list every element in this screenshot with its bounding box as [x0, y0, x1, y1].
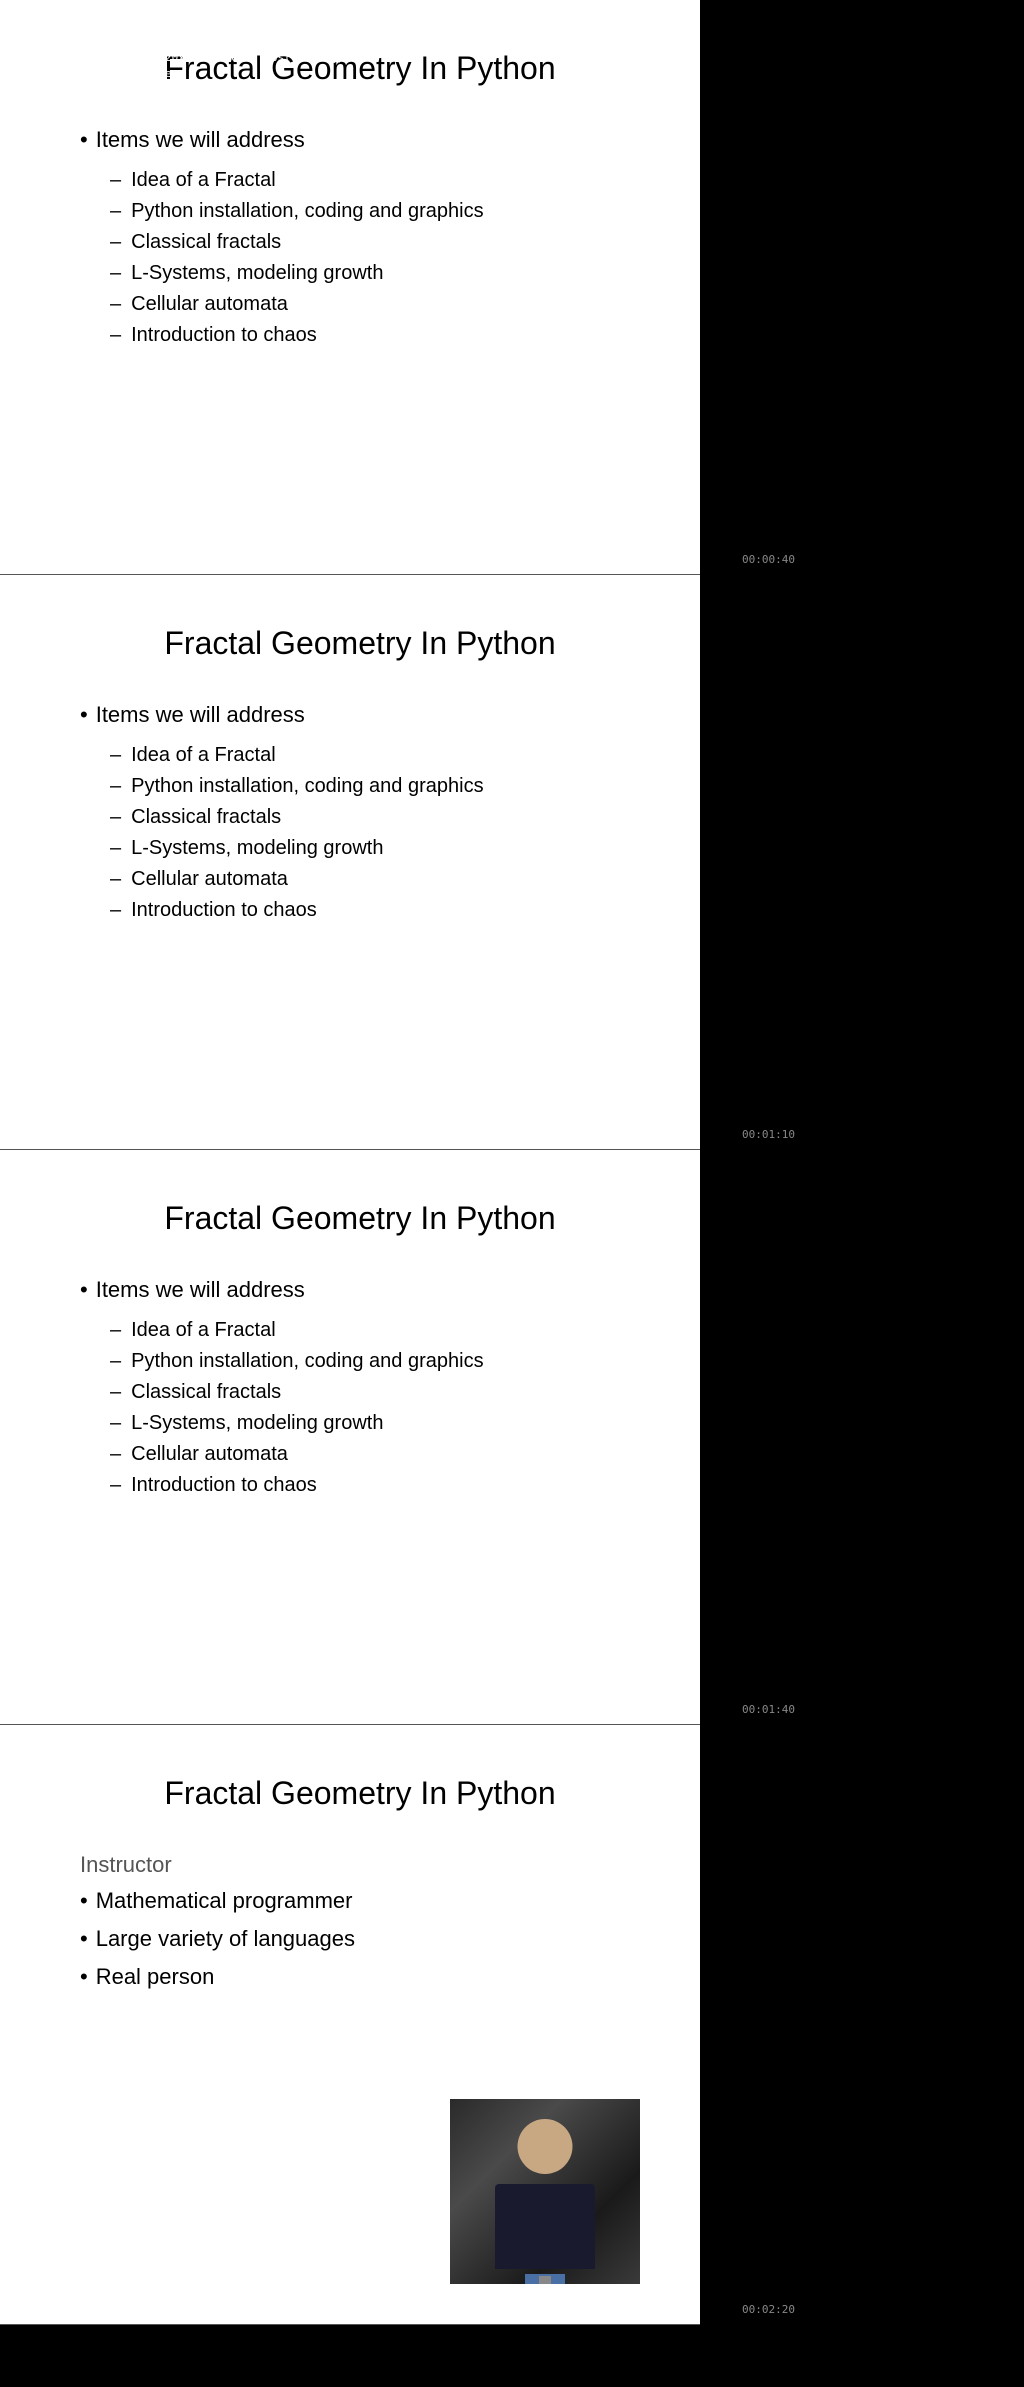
list-item: L-Systems, modeling growth: [110, 1408, 640, 1439]
list-item: Introduction to chaos: [110, 1470, 640, 1501]
list-item: Real person: [80, 1964, 640, 1990]
slide-2-title: Fractal Geometry In Python: [80, 625, 640, 662]
slide-4: Fractal Geometry In Python Instructor Ma…: [0, 1725, 700, 2325]
list-item: Python installation, coding and graphics: [110, 196, 640, 227]
file-info-line3: Audio: aac, 48000 Hz, stereo (und): [6, 35, 489, 50]
person-figure: [450, 2099, 640, 2284]
slide-1-timestamp: 00:00:40: [705, 553, 795, 566]
slide-4-timestamp: 00:02:20: [705, 2303, 795, 2316]
person-head: [518, 2119, 573, 2174]
slide-2-main-bullet: Items we will address: [80, 702, 640, 728]
file-info-line1: File: 001 Course Introduction.mp4: [6, 4, 489, 19]
list-item: Cellular automata: [110, 289, 640, 320]
list-item: Large variety of languages: [80, 1926, 640, 1952]
slide-1: Fractal Geometry In Python Items we will…: [0, 0, 700, 575]
file-info-line2: Size: 5805963 bytes (5.54 MiB), duration…: [6, 19, 489, 34]
list-item: Idea of a Fractal: [110, 1315, 640, 1346]
list-item: L-Systems, modeling growth: [110, 258, 640, 289]
person-tie: [539, 2276, 551, 2284]
list-item: Classical fractals: [110, 802, 640, 833]
list-item: L-Systems, modeling growth: [110, 833, 640, 864]
slide-2-sub-list: Idea of a Fractal Python installation, c…: [110, 740, 640, 926]
list-item: Idea of a Fractal: [110, 165, 640, 196]
file-info-line4: Video: h264, yuv420p, 1920x1080, 30.00 f…: [6, 50, 489, 65]
slide-3: Fractal Geometry In Python Items we will…: [0, 1150, 700, 1725]
slide-1-sub-list: Idea of a Fractal Python installation, c…: [110, 165, 640, 351]
instructor-photo: [450, 2099, 640, 2284]
list-item: Introduction to chaos: [110, 320, 640, 351]
slide-4-title: Fractal Geometry In Python: [80, 1775, 640, 1812]
slide-3-title: Fractal Geometry In Python: [80, 1200, 640, 1237]
slide-2: Fractal Geometry In Python Items we will…: [0, 575, 700, 1150]
slide-3-main-bullet: Items we will address: [80, 1277, 640, 1303]
file-info-line5: Generated by Thumbnail.me: [6, 66, 489, 81]
slide-3-timestamp: 00:01:40: [705, 1703, 795, 1716]
slides-container: Fractal Geometry In Python Items we will…: [0, 0, 700, 2325]
list-item: Python installation, coding and graphics: [110, 771, 640, 802]
list-item: Classical fractals: [110, 227, 640, 258]
list-item: Cellular automata: [110, 864, 640, 895]
list-item: Introduction to chaos: [110, 895, 640, 926]
list-item: Cellular automata: [110, 1439, 640, 1470]
slide-1-main-bullet: Items we will address: [80, 127, 640, 153]
slide-4-bullets: Mathematical programmer Large variety of…: [80, 1888, 640, 1990]
list-item: Idea of a Fractal: [110, 740, 640, 771]
list-item: Mathematical programmer: [80, 1888, 640, 1914]
slide-4-instructor-label: Instructor: [80, 1852, 640, 1878]
list-item: Classical fractals: [110, 1377, 640, 1408]
file-info: File: 001 Course Introduction.mp4 Size: …: [0, 0, 495, 85]
slide-2-timestamp: 00:01:10: [705, 1128, 795, 1141]
person-body: [495, 2184, 595, 2269]
slide-3-sub-list: Idea of a Fractal Python installation, c…: [110, 1315, 640, 1501]
list-item: Python installation, coding and graphics: [110, 1346, 640, 1377]
